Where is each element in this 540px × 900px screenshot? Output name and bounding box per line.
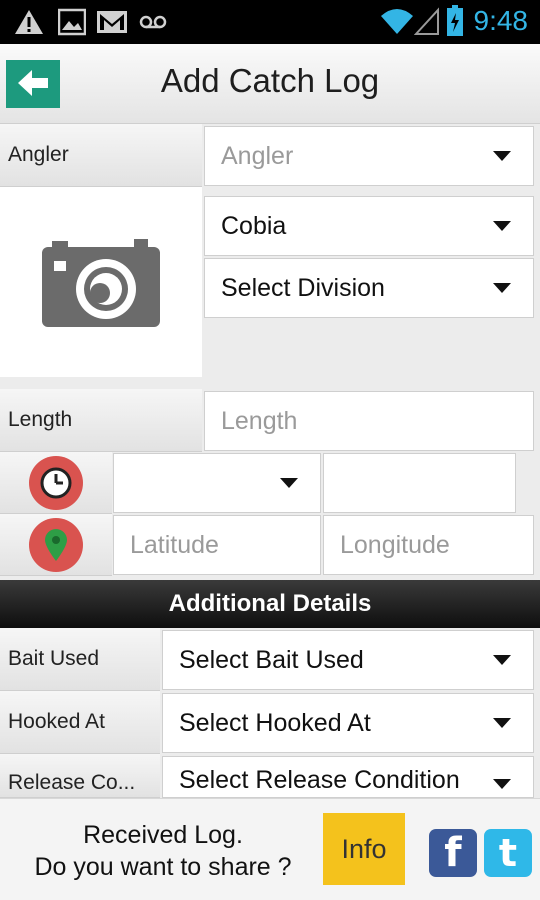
facebook-glyph: f: [444, 830, 462, 876]
warning-icon: [14, 8, 44, 41]
chevron-down-icon: [493, 151, 511, 161]
share-bar: Received Log. Do you want to share ? Inf…: [0, 798, 540, 900]
length-input[interactable]: Length: [204, 391, 534, 451]
location-icon-cell: [0, 514, 112, 576]
camera-icon[interactable]: [42, 235, 160, 332]
chevron-down-icon: [493, 718, 511, 728]
twitter-glyph: t: [498, 831, 518, 875]
photo-area[interactable]: [0, 187, 202, 377]
clock-icon: [29, 456, 83, 510]
length-input-placeholder: Length: [221, 406, 298, 435]
release-condition-label: Release Co...: [0, 754, 160, 798]
chevron-down-icon: [493, 655, 511, 665]
image-icon: [57, 8, 87, 41]
gmail-icon: [96, 8, 128, 41]
hooked-at-label: Hooked At: [0, 691, 160, 754]
time-icon-cell: [0, 452, 112, 514]
bait-used-label: Bait Used: [0, 628, 160, 691]
longitude-input[interactable]: Longitude: [323, 515, 534, 575]
page-title: Add Catch Log: [160, 62, 380, 99]
signal-icon: [413, 6, 440, 41]
section-header-additional-details: Additional Details: [0, 580, 540, 628]
angler-select[interactable]: Angler: [204, 126, 534, 186]
app-header: Add Catch Log: [0, 44, 540, 124]
battery-icon: [446, 5, 464, 42]
location-pin-icon: [29, 518, 83, 572]
bait-used-select[interactable]: Select Bait Used: [162, 630, 534, 690]
chevron-down-icon: [493, 779, 511, 789]
release-condition-value: Select Release Condition: [179, 766, 460, 794]
species-select-value: Cobia: [221, 211, 287, 240]
chevron-down-icon: [280, 478, 298, 488]
voicemail-icon: [138, 8, 168, 41]
latitude-placeholder: Latitude: [130, 530, 219, 559]
angler-label: Angler: [0, 124, 202, 187]
twitter-icon[interactable]: t: [484, 829, 532, 877]
latitude-input[interactable]: Latitude: [113, 515, 321, 575]
hooked-at-select[interactable]: Select Hooked At: [162, 693, 534, 753]
longitude-placeholder: Longitude: [340, 530, 450, 559]
bait-used-value: Select Bait Used: [179, 645, 364, 674]
share-message-line1: Received Log.: [83, 821, 243, 849]
facebook-icon[interactable]: f: [429, 829, 477, 877]
division-select[interactable]: Select Division: [204, 258, 534, 318]
species-select[interactable]: Cobia: [204, 196, 534, 256]
chevron-down-icon: [493, 221, 511, 231]
status-time: 9:48: [473, 5, 529, 36]
date-field[interactable]: [323, 453, 516, 513]
length-label: Length: [0, 389, 202, 452]
info-button[interactable]: Info: [323, 813, 405, 885]
release-condition-select[interactable]: Select Release Condition: [162, 756, 534, 798]
share-message: Received Log. Do you want to share ?: [18, 819, 308, 883]
wifi-icon: [380, 6, 414, 41]
division-select-value: Select Division: [221, 273, 385, 302]
share-message-line2: Do you want to share ?: [34, 853, 292, 881]
status-bar: 9:48: [0, 0, 540, 44]
angler-select-value: Angler: [221, 141, 294, 170]
hooked-at-value: Select Hooked At: [179, 708, 371, 737]
time-select[interactable]: [113, 453, 321, 513]
chevron-down-icon: [493, 283, 511, 293]
